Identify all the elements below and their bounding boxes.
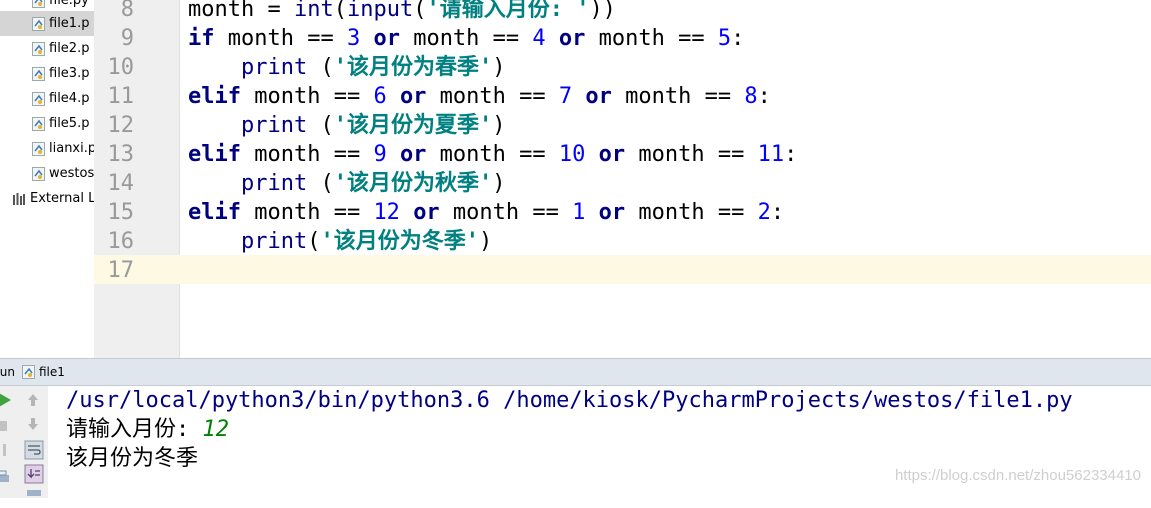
- code-line[interactable]: print ('该月份为秋季'): [188, 169, 505, 198]
- tree-item-westos[interactable]: westos: [0, 161, 94, 186]
- code-line[interactable]: elif month == 9 or month == 10 or month …: [188, 140, 797, 169]
- line-number: 10: [107, 55, 135, 80]
- line-number-current: 17: [107, 258, 135, 283]
- clear-icon[interactable]: [24, 488, 44, 508]
- code-line[interactable]: if month == 3 or month == 4 or month == …: [188, 24, 744, 53]
- line-number: 9: [120, 26, 134, 51]
- current-line-highlight: [94, 255, 1151, 284]
- line-number: 14: [107, 171, 135, 196]
- console-output-line: 该月份为冬季: [66, 446, 199, 471]
- python-file-icon: [32, 0, 45, 8]
- tree-item-file1[interactable]: file1.p: [0, 11, 94, 36]
- console-prompt-line: 请输入月份: 12: [66, 415, 229, 444]
- run-icon[interactable]: [0, 390, 16, 410]
- soft-wrap-icon[interactable]: [24, 440, 44, 460]
- run-tab-file1[interactable]: file1: [39, 365, 65, 379]
- line-number: 13: [107, 142, 135, 167]
- tree-item-file4[interactable]: file4.p: [0, 86, 94, 111]
- python-file-icon: [32, 42, 45, 56]
- run-tool-window-header: Run file1: [0, 358, 1151, 386]
- tree-item-file5[interactable]: file5.p: [0, 111, 94, 136]
- code-line[interactable]: elif month == 12 or month == 1 or month …: [188, 198, 784, 227]
- tree-item-label: file5.p: [49, 116, 90, 131]
- print-icon[interactable]: [0, 468, 12, 488]
- run-toolbar: [0, 386, 48, 498]
- code-line[interactable]: print('该月份为冬季'): [188, 227, 492, 256]
- python-file-icon: [32, 167, 45, 181]
- tree-item-file3[interactable]: file3.p: [0, 61, 94, 86]
- code-line[interactable]: print ('该月份为夏季'): [188, 111, 505, 140]
- tree-item-label: file3.p: [49, 66, 90, 81]
- python-file-icon: [32, 117, 45, 131]
- tree-item-label: file2.p: [49, 41, 90, 56]
- tree-item-label: file4.p: [49, 91, 90, 106]
- project-tree: file.py file1.p file2.p file3.p file4.p …: [0, 0, 94, 358]
- watermark: https://blog.csdn.net/zhou562334410: [894, 467, 1141, 484]
- stop-icon[interactable]: [0, 416, 12, 436]
- tree-item-lianxi[interactable]: lianxi.p: [0, 136, 94, 161]
- run-label[interactable]: Run: [0, 365, 15, 379]
- python-file-icon: [32, 17, 45, 31]
- scroll-end-icon[interactable]: [24, 464, 44, 484]
- python-file-icon: [22, 365, 35, 379]
- python-file-icon: [32, 142, 45, 156]
- console-prompt: 请输入月份:: [66, 417, 203, 442]
- down-arrow-icon[interactable]: [23, 414, 43, 434]
- console-command-line: /usr/local/python3/bin/python3.6 /home/k…: [66, 388, 1073, 413]
- tree-item-label: file1.p: [49, 16, 90, 31]
- up-arrow-icon[interactable]: [23, 390, 43, 410]
- line-number: 16: [107, 229, 135, 254]
- python-file-icon: [32, 92, 45, 106]
- line-number: 15: [107, 200, 135, 225]
- tree-item-external-libraries[interactable]: External L: [0, 186, 94, 211]
- tree-item-label: External L: [30, 191, 94, 206]
- code-line[interactable]: elif month == 6 or month == 7 or month =…: [188, 82, 771, 111]
- tree-item-file2[interactable]: file2.p: [0, 36, 94, 61]
- python-file-icon: [32, 67, 45, 81]
- line-number: 8: [120, 0, 134, 22]
- tree-item-label: lianxi.p: [49, 141, 94, 156]
- code-line[interactable]: month = int(input('请输入月份: ')): [188, 0, 616, 24]
- pause-icon[interactable]: [0, 440, 12, 460]
- console-user-input: 12: [202, 417, 230, 442]
- line-number: 12: [107, 113, 135, 138]
- library-icon: [13, 193, 25, 205]
- code-line[interactable]: print ('该月份为春季'): [188, 53, 505, 82]
- tree-item-label: westos: [49, 166, 94, 181]
- line-number: 11: [107, 84, 135, 109]
